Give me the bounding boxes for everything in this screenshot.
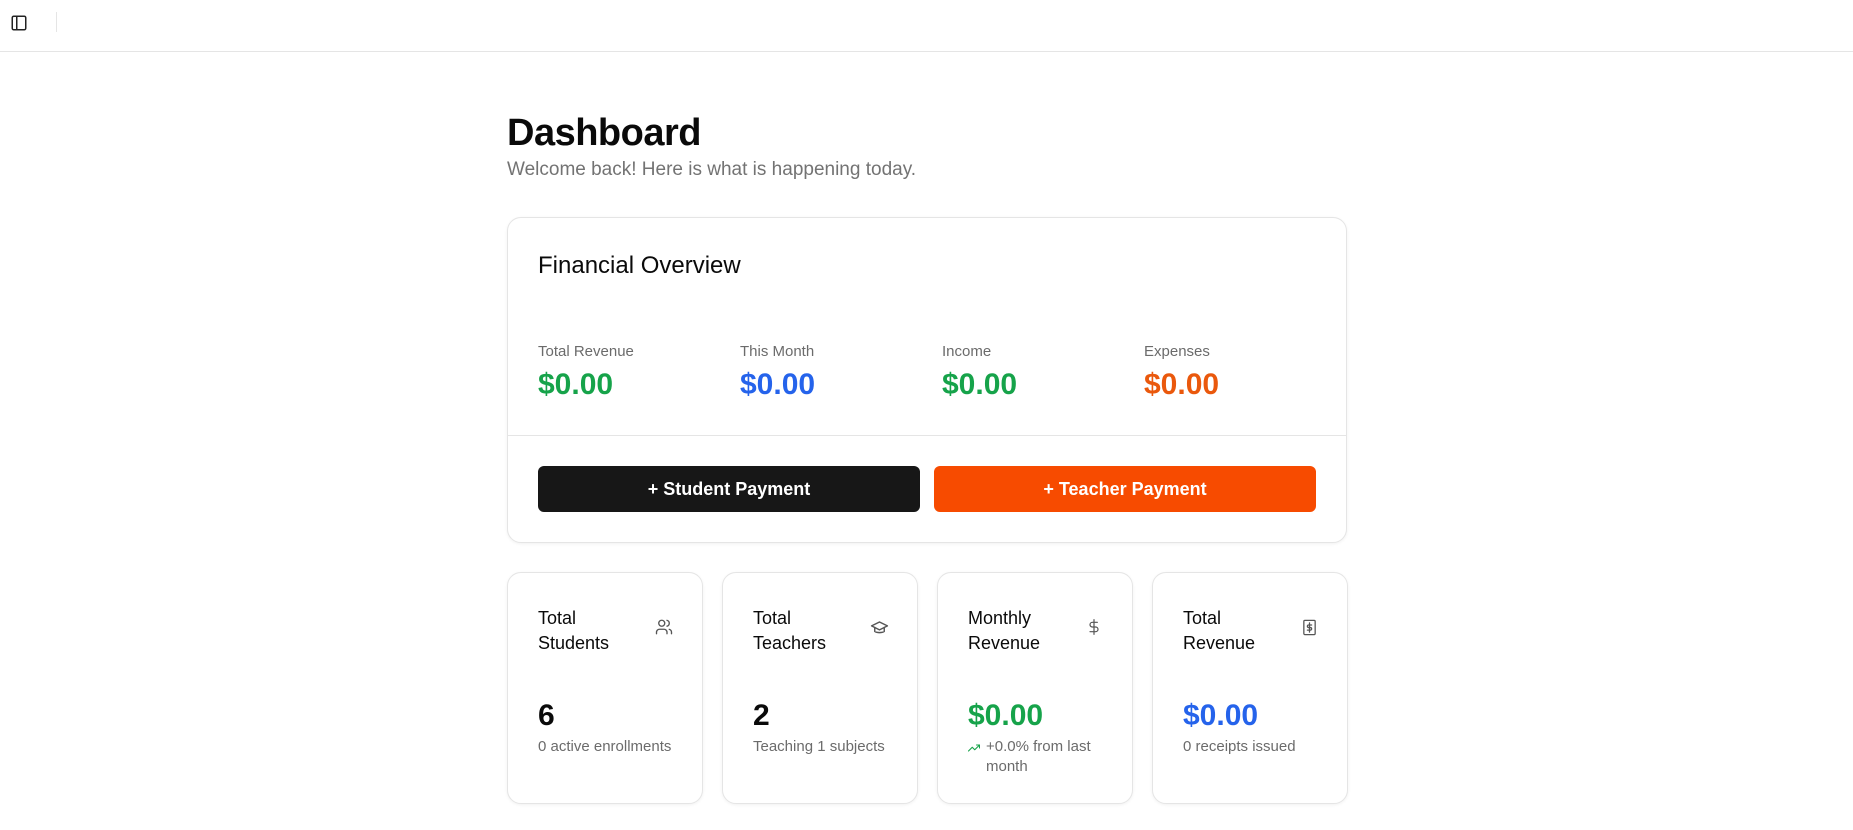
stat-title: Total Students	[538, 608, 610, 653]
metric-value: $0.00	[740, 368, 816, 401]
stat-description: 0 active enrollments	[538, 738, 672, 755]
stat-card-total-revenue: Total Revenue $0.00 0 receipts issued	[1152, 572, 1348, 804]
stat-value: 2	[753, 699, 770, 732]
add-teacher-payment-button[interactable]: + Teacher Payment	[934, 466, 1316, 512]
stat-description: +0.0% from last month	[986, 738, 1091, 775]
page-subtitle: Welcome back! Here is what is happening …	[507, 159, 917, 180]
graduation-cap-icon	[869, 617, 889, 637]
users-icon	[654, 617, 674, 637]
topbar-divider	[56, 12, 57, 32]
metric-value: $0.00	[942, 368, 1018, 401]
stat-description-row: +0.0% from last month	[967, 737, 1118, 777]
metric-total-revenue: Total Revenue $0.00	[538, 343, 738, 402]
page-title: Dashboard	[507, 112, 701, 154]
top-bar	[0, 0, 1853, 52]
metric-expenses: Expenses $0.00	[1144, 343, 1344, 402]
financial-overview-title: Financial Overview	[538, 252, 741, 279]
stat-description: 0 receipts issued	[1183, 738, 1296, 755]
metric-label: Total Revenue	[538, 343, 634, 360]
metric-value: $0.00	[1144, 368, 1220, 401]
stat-value: $0.00	[968, 699, 1044, 732]
receipt-icon	[1299, 617, 1319, 637]
sidebar-toggle-icon[interactable]	[8, 12, 30, 34]
financial-overview-card: Financial Overview Total Revenue $0.00 T…	[507, 217, 1347, 543]
stats-grid: Total Students 6 0 active enrollments To…	[507, 572, 1348, 804]
stat-card-total-teachers: Total Teachers 2 Teaching 1 subjects	[722, 572, 918, 804]
add-student-payment-button[interactable]: + Student Payment	[538, 466, 920, 512]
metric-label: Income	[942, 343, 992, 360]
metric-this-month: This Month $0.00	[740, 343, 940, 402]
stat-card-monthly-revenue: Monthly Revenue $0.00 +0.0% from last mo…	[937, 572, 1133, 804]
stat-title: Monthly Revenue	[968, 608, 1041, 653]
card-divider	[508, 435, 1346, 436]
metric-value: $0.00	[538, 368, 614, 401]
dollar-sign-icon	[1084, 617, 1104, 637]
stat-card-total-students: Total Students 6 0 active enrollments	[507, 572, 703, 804]
stat-title: Total Teachers	[753, 608, 827, 653]
metric-label: Expenses	[1144, 343, 1210, 360]
stat-description: Teaching 1 subjects	[753, 738, 885, 755]
metric-label: This Month	[740, 343, 815, 360]
metric-income: Income $0.00	[942, 343, 1142, 402]
stat-value: 6	[538, 699, 555, 732]
stat-title: Total Revenue	[1183, 608, 1256, 653]
main-content: Dashboard Welcome back! Here is what is …	[507, 110, 1348, 804]
trending-up-icon	[967, 740, 982, 754]
stat-value: $0.00	[1183, 699, 1259, 732]
